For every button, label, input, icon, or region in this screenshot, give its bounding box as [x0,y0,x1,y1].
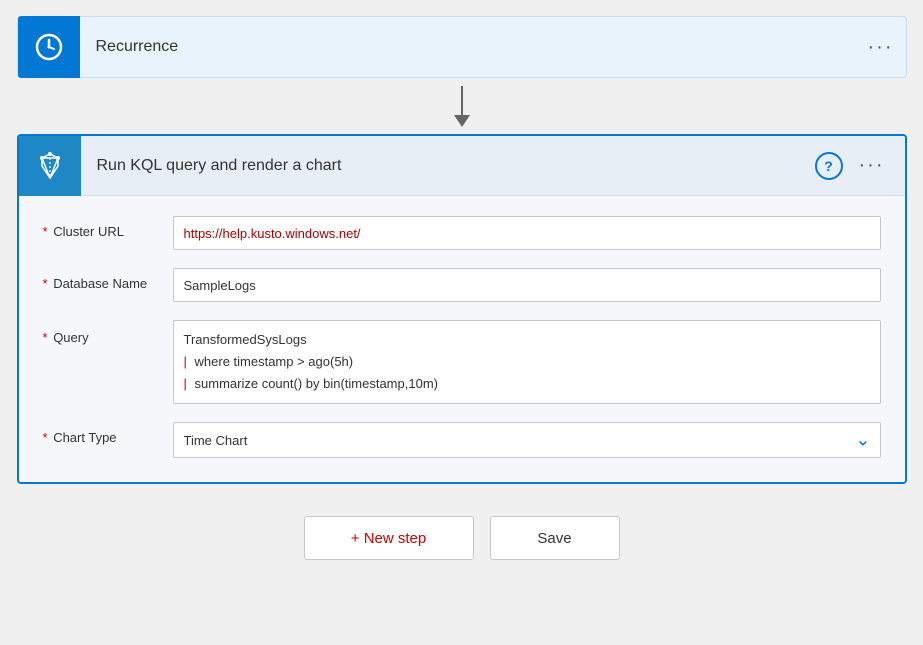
chart-type-label: * Chart Type [43,422,173,445]
recurrence-title: Recurrence [80,38,856,56]
chart-type-wrapper: Time Chart Bar Chart Pie Chart Line Char… [173,422,881,458]
save-button[interactable]: Save [490,516,620,560]
query-label: * Query [43,320,173,345]
cluster-url-label: * Cluster URL [43,216,173,239]
cluster-url-row: * Cluster URL [43,216,881,250]
required-star-2: * [43,276,48,291]
help-button[interactable]: ? [815,152,843,180]
chart-type-row: * Chart Type Time Chart Bar Chart Pie Ch… [43,422,881,458]
new-step-label: + New step [351,530,426,547]
arrow-connector [17,78,907,134]
kql-title: Run KQL query and render a chart [81,157,815,175]
required-star-4: * [43,430,48,445]
recurrence-more-button[interactable]: ··· [856,28,906,67]
query-row: * Query TransformedSysLogs | where times… [43,320,881,404]
database-name-row: * Database Name [43,268,881,302]
recurrence-card: Recurrence ··· [17,16,907,78]
bottom-actions: + New step Save [304,516,620,560]
kql-icon [19,136,81,196]
kql-header: Run KQL query and render a chart ? ··· [19,136,905,196]
query-line-1: TransformedSysLogs [184,329,870,351]
kql-body: * Cluster URL * Database Name * Query [19,196,905,482]
required-star-3: * [43,330,48,345]
query-line-2: | where timestamp > ago(5h) [184,351,870,373]
kql-more-button[interactable]: ··· [847,146,897,185]
database-name-label: * Database Name [43,268,173,291]
page-wrapper: Recurrence ··· [0,0,923,645]
kql-card: Run KQL query and render a chart ? ··· *… [17,134,907,484]
new-step-button[interactable]: + New step [304,516,474,560]
query-input[interactable]: TransformedSysLogs | where timestamp > a… [173,320,881,404]
save-label: Save [537,530,571,547]
database-name-input[interactable] [173,268,881,302]
arrow-head-icon [454,115,470,127]
kql-header-actions: ? ··· [815,146,905,185]
recurrence-icon [18,16,80,78]
cluster-url-input[interactable] [173,216,881,250]
chart-type-select[interactable]: Time Chart Bar Chart Pie Chart Line Char… [173,422,881,458]
required-star: * [43,224,48,239]
query-line-3: | summarize count() by bin(timestamp,10m… [184,373,870,395]
